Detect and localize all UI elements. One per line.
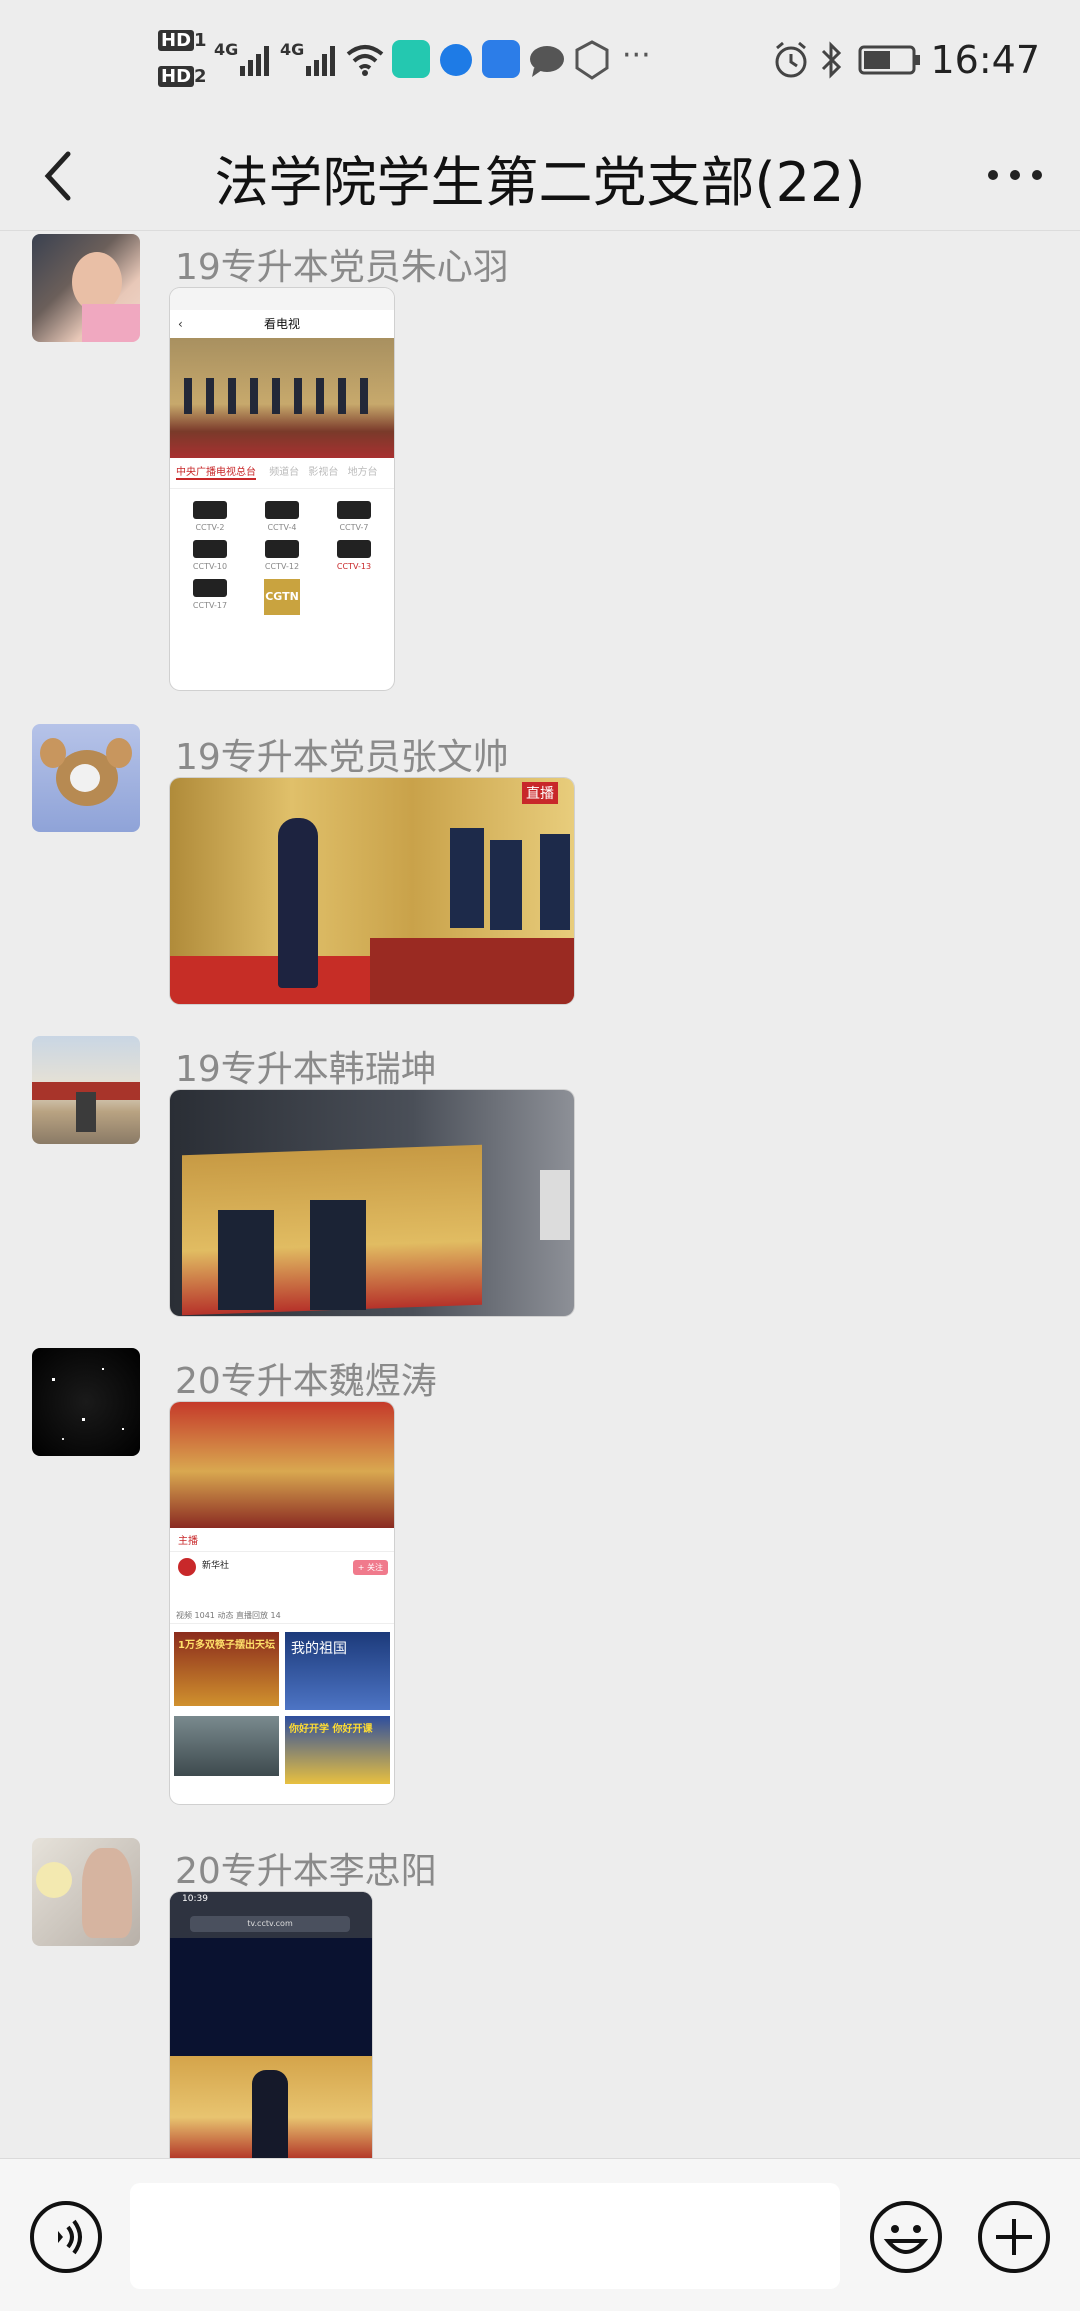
follow-button: + 关注: [352, 1560, 388, 1575]
back-arrow-icon[interactable]: [30, 140, 90, 210]
avatar[interactable]: [32, 724, 140, 832]
more-notifications-icon: ···: [622, 38, 651, 73]
sender-name: 20专升本魏煜涛: [175, 1361, 437, 1402]
sender-name: 20专升本李忠阳: [175, 1851, 437, 1892]
sender-name: 19专升本党员朱心羽: [175, 247, 509, 288]
sender-name: 19专升本韩瑞坤: [175, 1049, 437, 1090]
image-message[interactable]: ‹ 看电视 中央广播电视总台 频道台 影视台 地方台 CCTV-2 CCTV-4…: [170, 288, 394, 690]
status-bar: HD 1 HD 2 4G 4G ··· 16:47: [0, 0, 1080, 120]
live-badge: 直播: [522, 782, 558, 804]
app-icon-3: [482, 40, 520, 78]
clock: 16:47: [930, 38, 1040, 82]
input-bar: [0, 2158, 1080, 2311]
add-more-icon[interactable]: [976, 2199, 1052, 2275]
shield-icon: [575, 40, 609, 80]
hd2-indicator: HD 2: [158, 66, 207, 87]
chat-header: 法学院学生第二党支部(22): [0, 120, 1080, 231]
anchor-tab: 主播: [170, 1528, 394, 1552]
chat-title: 法学院学生第二党支部(22): [214, 151, 866, 214]
image-message[interactable]: [170, 1090, 574, 1316]
avatar[interactable]: [32, 1838, 140, 1946]
avatar[interactable]: [32, 1036, 140, 1144]
screenshot-title: 看电视: [263, 317, 300, 331]
hd1-indicator: HD 1: [158, 30, 207, 51]
alarm-icon: [775, 41, 807, 78]
message-input[interactable]: [130, 2183, 840, 2289]
image-message[interactable]: 10:39 tv.cctv.com: [170, 1892, 372, 2158]
wifi-icon: [346, 45, 384, 76]
sender-name: 19专升本党员张文帅: [175, 737, 509, 778]
avatar[interactable]: [32, 1348, 140, 1456]
chat-bubble-icon: [530, 46, 564, 77]
bluetooth-icon: [821, 41, 842, 79]
app-icon-2: [440, 44, 472, 76]
more-options-icon[interactable]: [980, 150, 1050, 200]
image-message[interactable]: 直播: [170, 778, 574, 1004]
avatar[interactable]: [32, 234, 140, 342]
emoji-icon[interactable]: [868, 2199, 944, 2275]
image-message[interactable]: 主播 新华社 + 关注 视频 1041 动态 直播回放 14 1万多双筷子摆出天…: [170, 1402, 394, 1804]
voice-input-icon[interactable]: [28, 2199, 104, 2275]
battery-icon: [858, 45, 920, 75]
app-icon-1: [392, 40, 430, 78]
tab-active: 中央广播电视总台: [176, 467, 256, 480]
